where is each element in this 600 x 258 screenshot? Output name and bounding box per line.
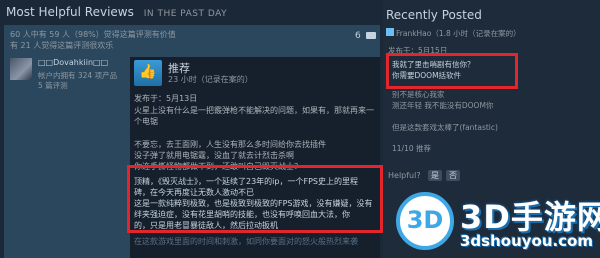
avatar[interactable]	[10, 58, 32, 80]
review-line: 不要忘，去王面刚，人生没有那么多时间给你去找插件	[134, 140, 326, 149]
recently-posted-title: Recently Posted	[386, 8, 482, 22]
posted-date: 发布于：5月13日	[134, 94, 198, 103]
review-stats-funny: 有 21 人觉得这篇评测很欢乐	[10, 41, 114, 50]
section-title: Most Helpful Reviews	[6, 5, 134, 19]
watermark-url: 3dshouyou.com	[460, 232, 594, 250]
comment-icon	[365, 32, 376, 39]
sidebar-author[interactable]: FrankHao（1.8 小时（记录在案的）	[396, 28, 521, 39]
watermark-logo-icon: 3D	[396, 192, 454, 250]
thumbs-up-icon: 👍	[134, 60, 162, 86]
sidebar-line: 别不是核心我家	[392, 90, 445, 99]
sidebar-line: 但是这款套戏太棒了(fantastic)	[392, 123, 498, 132]
comment-count-value: 6	[355, 31, 361, 41]
thumb-glyph: 👍	[139, 64, 157, 80]
thumbs-down-button[interactable]: 否	[446, 170, 460, 181]
review-highlight-box	[127, 165, 383, 233]
review-line: 个电锯	[134, 117, 158, 126]
review-stats-helpful: 60 人中有 59 人（98%）觉得这篇评测有价值	[10, 30, 176, 39]
review-line: 没子弹了就用电锯霆，没血了就去计烈击杀啊	[134, 151, 294, 160]
reviewer-review-count[interactable]: 5 篇评测	[38, 80, 68, 91]
reviewer-name[interactable]: □□Dovahkiin□□	[38, 58, 108, 67]
review-line: 火星上没有什么是一把霰弹枪不能解决的问题，如果有，那就再来一	[134, 106, 374, 115]
avatar[interactable]	[386, 28, 394, 36]
sidebar-score: 11/10 推荐	[392, 144, 431, 153]
section-header: Most Helpful Reviews IN THE PAST DAY	[6, 5, 227, 19]
review-line-faded: 在这款游戏里面的时间和刺激，如同你要面对的怒火般热烈来袭	[134, 237, 358, 246]
sidebar-line: 测还年轻 我不能没有DOOM你	[392, 101, 494, 110]
comment-count[interactable]: 6	[355, 31, 376, 41]
site-watermark: 3D 3D手游网 3dshouyou.com	[388, 188, 600, 258]
sidebar-highlight-box	[386, 53, 518, 89]
watermark-badge: 3D	[406, 206, 444, 234]
section-subtitle: IN THE PAST DAY	[143, 9, 228, 19]
thumbs-up-button[interactable]: 是	[428, 170, 442, 181]
helpful-label: Helpful?	[388, 171, 421, 180]
hours-played: 23 小时（记录在案的）	[168, 75, 253, 84]
